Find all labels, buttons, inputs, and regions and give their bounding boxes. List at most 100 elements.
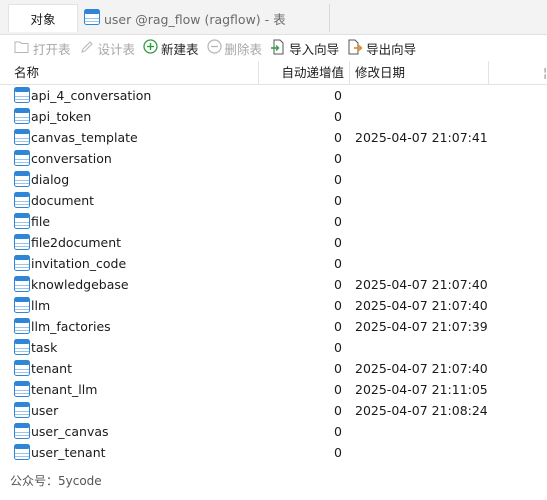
auto-increment-value: 0 (334, 214, 342, 229)
table-name: tenant_llm (31, 382, 98, 397)
table-name: llm_factories (31, 319, 111, 334)
delete-table-label: 删除表 (224, 41, 263, 57)
table-row[interactable]: tenant_llm 0 2025-04-07 21:11:05 (0, 379, 547, 400)
modified-date: 2025-04-07 21:07:40 (355, 277, 488, 292)
open-table-icon (14, 40, 30, 57)
add-icon (143, 39, 158, 57)
table-row[interactable]: api_token 0 (0, 106, 547, 127)
table-row[interactable]: canvas_template 0 2025-04-07 21:07:41 (0, 127, 547, 148)
table-row[interactable]: user_canvas 0 (0, 421, 547, 442)
table-row[interactable]: conversation 0 (0, 148, 547, 169)
auto-increment-value: 0 (334, 256, 342, 271)
table-name: user_tenant (31, 445, 106, 460)
table-name: llm (31, 298, 51, 313)
table-header: 名称 自动递增值 修改日期 ¦ (0, 61, 547, 85)
table-icon (14, 255, 30, 274)
table-row[interactable]: user 0 2025-04-07 21:08:24 (0, 400, 547, 421)
modified-date: 2025-04-07 21:07:40 (355, 298, 488, 313)
table-icon (84, 8, 100, 28)
auto-increment-value: 0 (334, 235, 342, 250)
table-row[interactable]: llm 0 2025-04-07 21:07:40 (0, 295, 547, 316)
import-icon (270, 39, 286, 58)
table-list: api_4_conversation 0 api_token 0 canvas_temp… (0, 85, 547, 463)
column-header-modified-date[interactable]: 修改日期 (355, 61, 405, 85)
table-icon (14, 318, 30, 337)
table-icon (14, 171, 30, 190)
import-wizard-button[interactable]: 导入向导 (270, 37, 339, 59)
table-row[interactable]: tenant 0 2025-04-07 21:07:40 (0, 358, 547, 379)
export-wizard-button[interactable]: 导出向导 (347, 37, 416, 59)
import-wizard-label: 导入向导 (289, 41, 340, 57)
open-table-button[interactable]: 打开表 (14, 37, 71, 59)
delete-icon (206, 39, 222, 57)
table-row[interactable]: llm_factories 0 2025-04-07 21:07:39 (0, 316, 547, 337)
table-row[interactable]: document 0 (0, 190, 547, 211)
watermark-text: 公众号：5ycode (10, 474, 102, 488)
auto-increment-value: 0 (334, 172, 342, 187)
table-name: tenant (31, 361, 72, 376)
table-name: api_token (31, 109, 92, 124)
table-icon (14, 402, 30, 421)
column-header-name[interactable]: 名称 (14, 61, 39, 85)
table-icon (14, 381, 30, 400)
table-icon (14, 129, 30, 148)
table-icon (14, 423, 30, 442)
tab-bar: 对象 user @rag_flow (ragflow) - 表 (0, 0, 547, 35)
table-icon (14, 360, 30, 379)
auto-increment-value: 0 (334, 130, 342, 145)
auto-increment-value: 0 (334, 277, 342, 292)
auto-increment-value: 0 (334, 298, 342, 313)
table-icon (14, 150, 30, 169)
auto-increment-value: 0 (334, 319, 342, 334)
table-name: conversation (31, 151, 112, 166)
auto-increment-value: 0 (334, 193, 342, 208)
table-row[interactable]: file 0 (0, 211, 547, 232)
table-row[interactable]: task 0 (0, 337, 547, 358)
tab-user-table[interactable]: user @rag_flow (ragflow) - 表 (80, 4, 330, 32)
table-row[interactable]: user_tenant 0 (0, 442, 547, 463)
table-name: file2document (31, 235, 122, 250)
table-row[interactable]: invitation_code 0 (0, 253, 547, 274)
modified-date: 2025-04-07 21:07:39 (355, 319, 488, 334)
export-icon (347, 39, 363, 58)
open-table-label: 打开表 (33, 41, 71, 57)
modified-date: 2025-04-07 21:08:24 (355, 403, 488, 418)
table-row[interactable]: api_4_conversation 0 (0, 85, 547, 106)
table-name: user_canvas (31, 424, 109, 439)
table-icon (14, 297, 30, 316)
auto-increment-value: 0 (334, 445, 342, 460)
table-row[interactable]: knowledgebase 0 2025-04-07 21:07:40 (0, 274, 547, 295)
column-header-auto-increment[interactable]: 自动递增值 (262, 61, 344, 85)
table-row[interactable]: file2document 0 (0, 232, 547, 253)
table-name: dialog (31, 172, 70, 187)
table-name: invitation_code (31, 256, 127, 271)
table-icon (14, 213, 30, 232)
table-name: document (31, 193, 95, 208)
column-divider[interactable] (349, 61, 350, 85)
table-name: canvas_template (31, 130, 138, 145)
auto-increment-value: 0 (334, 151, 342, 166)
table-name: knowledgebase (31, 277, 129, 292)
tab-objects[interactable]: 对象 (8, 4, 78, 32)
table-icon (14, 234, 30, 253)
auto-increment-value: 0 (334, 340, 342, 355)
table-icon (14, 108, 30, 127)
toolbar: 打开表 设计表 新建表 删除表 导入向导 导出向导 (0, 36, 547, 60)
export-wizard-label: 导出向导 (366, 41, 417, 57)
design-table-label: 设计表 (97, 41, 136, 57)
modified-date: 2025-04-07 21:11:05 (355, 382, 488, 397)
column-header-clipped[interactable]: ¦ (543, 61, 547, 85)
column-divider[interactable] (258, 61, 259, 85)
new-table-button[interactable]: 新建表 (143, 37, 199, 59)
auto-increment-value: 0 (334, 424, 342, 439)
modified-date: 2025-04-07 21:07:40 (355, 361, 488, 376)
table-name: user (31, 403, 59, 418)
column-divider[interactable] (488, 61, 489, 85)
table-name: task (31, 340, 58, 355)
auto-increment-value: 0 (334, 382, 342, 397)
table-icon (14, 444, 30, 463)
delete-table-button[interactable]: 删除表 (206, 37, 263, 59)
table-row[interactable]: dialog 0 (0, 169, 547, 190)
new-table-label: 新建表 (161, 41, 199, 57)
design-table-button[interactable]: 设计表 (79, 37, 136, 59)
